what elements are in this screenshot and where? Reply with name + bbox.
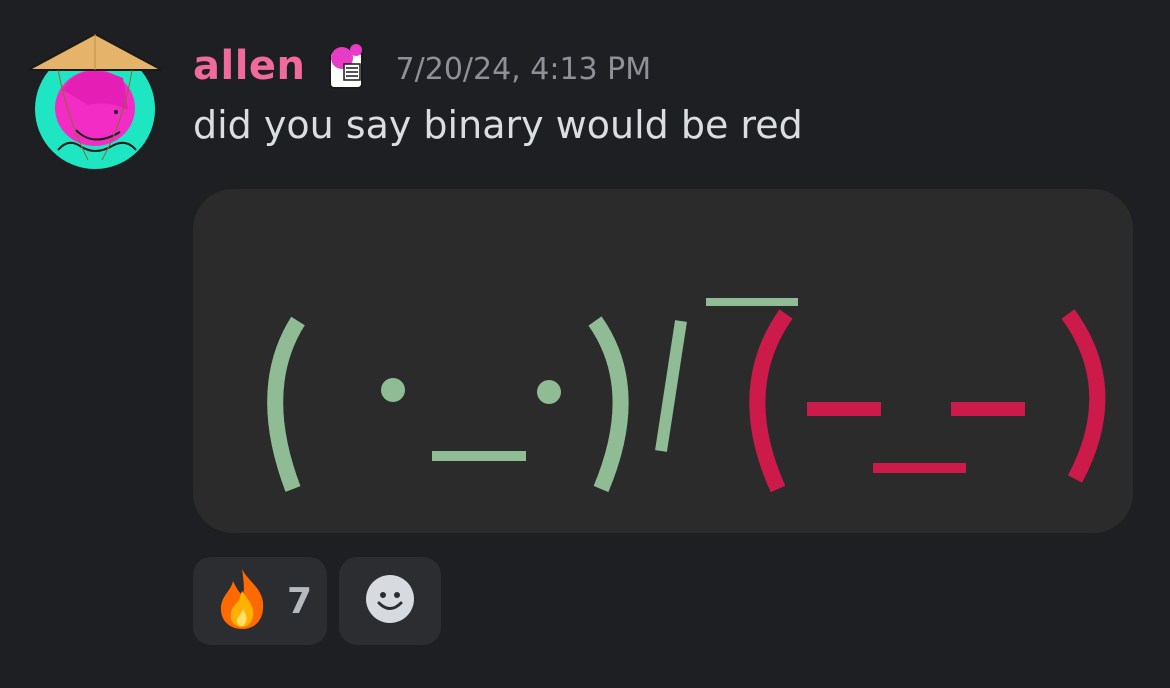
user-avatar[interactable] [27,30,166,172]
role-badge-icon[interactable] [320,40,372,92]
kaomoji-image[interactable] [193,189,1133,533]
reaction-count: 7 [287,580,313,622]
message-header: allen 7/20/24, 4:13 PM [193,36,651,96]
message-content: did you say binary would be red [193,103,803,147]
avatar-image [27,32,163,169]
kaomoji-art [267,298,1106,493]
reaction-fire-button[interactable]: 7 [193,557,327,645]
add-reaction-button[interactable] [339,557,441,645]
reactions-bar: 7 [193,557,441,645]
message-timestamp[interactable]: 7/20/24, 4:13 PM [396,46,652,87]
chat-message: allen 7/20/24, 4:13 PM did you say binar… [0,0,1170,688]
fire-icon [215,567,269,635]
smiley-icon [364,573,416,629]
username[interactable]: allen [193,43,306,89]
